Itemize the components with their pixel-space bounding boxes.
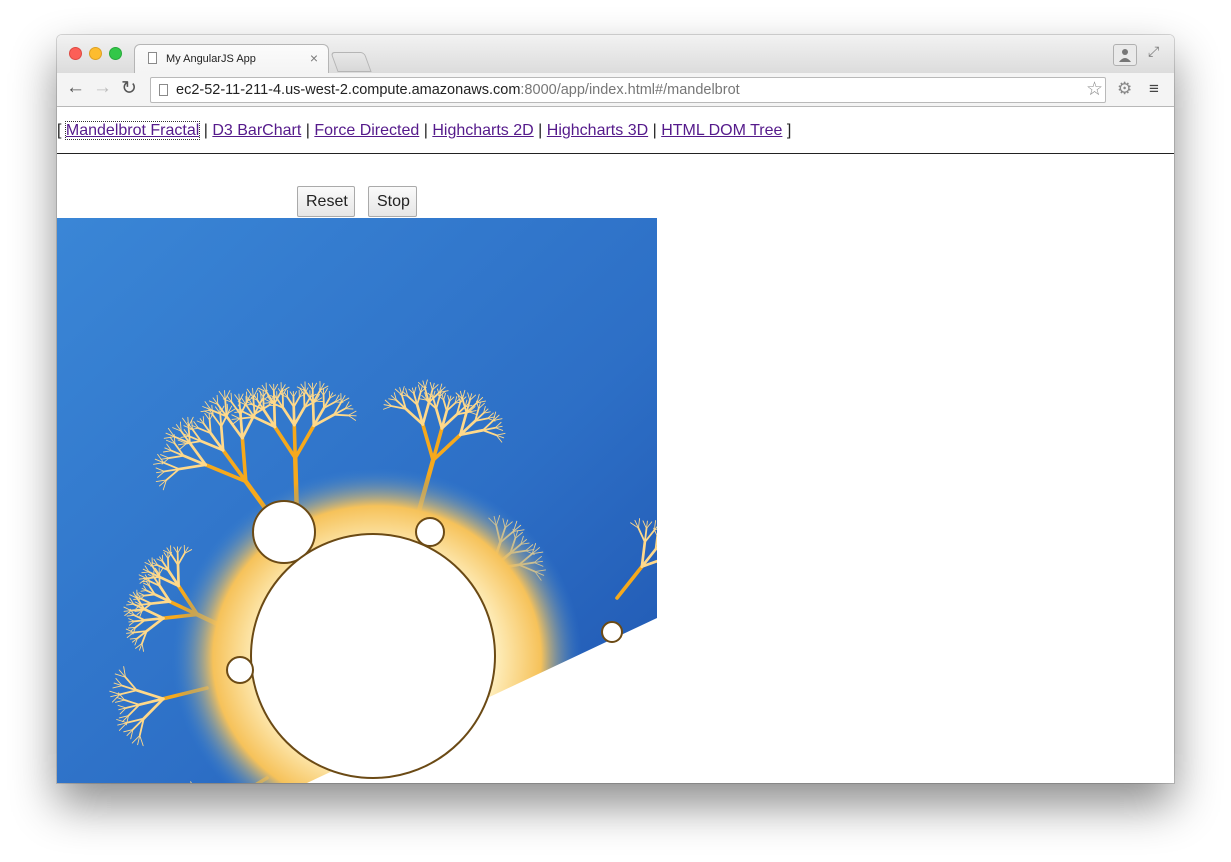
toolbar: ← → ↻ ec2-52-11-211-4.us-west-2.compute.…: [57, 73, 1174, 107]
nav-link-highcharts-2d[interactable]: Highcharts 2D: [432, 122, 533, 139]
url-text: ec2-52-11-211-4.us-west-2.compute.amazon…: [176, 82, 740, 98]
user-icon: [1119, 49, 1131, 62]
mandelbrot-canvas[interactable]: [57, 218, 657, 783]
app-nav: [ Mandelbrot Fractal | D3 BarChart | For…: [57, 121, 792, 140]
forward-icon[interactable]: →: [93, 77, 112, 99]
reload-icon[interactable]: ↻: [121, 77, 137, 100]
nav-link-mandelbrot[interactable]: Mandelbrot Fractal: [64, 121, 201, 140]
browser-window: My AngularJS App × ⤢ ← → ↻ ec2-52-11-211…: [57, 35, 1174, 783]
fractal-bulb: [226, 656, 254, 684]
user-profile-button[interactable]: [1113, 44, 1137, 66]
nav-link-force-directed[interactable]: Force Directed: [314, 122, 419, 139]
close-window-button[interactable]: [69, 47, 82, 60]
back-icon[interactable]: ←: [66, 77, 85, 99]
bookmark-star-icon[interactable]: ☆: [1086, 78, 1103, 101]
tab-strip: My AngularJS App × ⤢: [57, 35, 1174, 73]
nav-link-d3-barchart[interactable]: D3 BarChart: [212, 122, 301, 139]
page-content: [ Mandelbrot Fractal | D3 BarChart | For…: [57, 107, 1174, 783]
zoom-window-button[interactable]: [109, 47, 122, 60]
fractal-bulb: [415, 517, 445, 547]
nav-link-html-dom-tree[interactable]: HTML DOM Tree: [661, 122, 782, 139]
fractal-bulb: [601, 621, 623, 643]
stop-button[interactable]: Stop: [368, 186, 417, 217]
reset-button[interactable]: Reset: [297, 186, 355, 217]
minimize-window-button[interactable]: [89, 47, 102, 60]
fractal-main-cardioid: [250, 533, 496, 779]
extension-icon[interactable]: ⚙: [1117, 79, 1132, 99]
nav-link-highcharts-3d[interactable]: Highcharts 3D: [547, 122, 648, 139]
address-bar[interactable]: ec2-52-11-211-4.us-west-2.compute.amazon…: [150, 77, 1106, 103]
fullscreen-icon[interactable]: ⤢: [1148, 43, 1159, 60]
page-icon: [159, 84, 168, 96]
tab-title: My AngularJS App: [166, 53, 256, 65]
menu-icon[interactable]: ≡: [1149, 79, 1159, 99]
tab-close-icon[interactable]: ×: [310, 50, 318, 66]
page-icon: [148, 52, 157, 64]
divider: [57, 153, 1174, 154]
new-tab-button[interactable]: [330, 52, 372, 72]
tab-my-angularjs-app[interactable]: My AngularJS App ×: [134, 44, 329, 73]
